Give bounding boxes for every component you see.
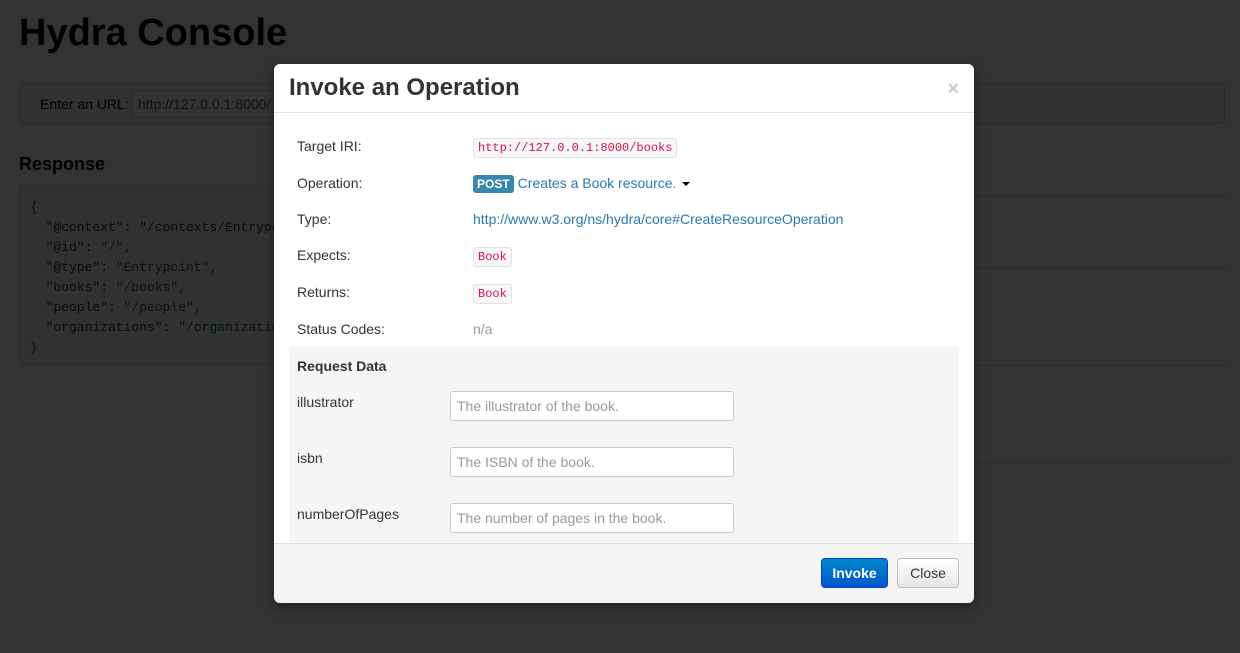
json-key: } <box>30 340 38 355</box>
json-value: "/people", <box>123 300 202 315</box>
invoke-button[interactable]: Invoke <box>821 558 888 588</box>
number-of-pages-input[interactable] <box>450 503 734 533</box>
field-label: illustrator <box>297 394 354 410</box>
json-key: "organizations": <box>30 320 179 335</box>
json-value: "/books", <box>115 280 187 295</box>
json-key: "books": <box>30 280 116 295</box>
json-value: "/", <box>100 240 132 255</box>
target-iri-row: Target IRI: http://127.0.0.1:8000/books <box>297 138 678 158</box>
field-label: numberOfPages <box>297 506 399 522</box>
label: Type: <box>297 211 332 227</box>
operation-label: Creates a Book resource. <box>517 175 677 191</box>
divider <box>974 195 1226 196</box>
label: Target IRI: <box>297 138 362 154</box>
divider <box>974 268 1226 269</box>
expects-row: Expects: Book <box>297 247 512 267</box>
field-label: isbn <box>297 450 323 466</box>
json-key: "@type": <box>30 260 116 275</box>
response-heading: Response <box>19 154 106 174</box>
modal-header: Invoke an Operation × <box>274 64 974 113</box>
modal-title: Invoke an Operation <box>289 74 520 101</box>
target-iri: http://127.0.0.1:8000/books <box>473 138 678 158</box>
method-badge: POST <box>473 175 514 193</box>
illustrator-input[interactable] <box>450 391 734 421</box>
json-key: { <box>30 200 38 215</box>
label: Status Codes: <box>297 321 385 337</box>
json-key: "@id": <box>30 240 101 255</box>
json-key: "@context": <box>30 220 140 235</box>
close-icon[interactable]: × <box>947 78 959 101</box>
status-row: Status Codes: n/a <box>297 321 492 337</box>
type-row: Type: http://www.w3.org/ns/hydra/core#Cre… <box>297 211 843 227</box>
isbn-input[interactable] <box>450 447 734 477</box>
label: Operation: <box>297 175 363 191</box>
type-link[interactable]: http://www.w3.org/ns/hydra/core#CreateRe… <box>473 211 843 227</box>
divider <box>974 365 1226 366</box>
request-data-section: Request Data illustrator isbn numberOfPa… <box>289 347 959 543</box>
operation-row: Operation: POST Creates a Book resource. <box>297 175 691 193</box>
divider <box>974 462 1226 463</box>
caret-down-icon <box>682 182 691 187</box>
page-title: Hydra Console <box>19 12 288 54</box>
modal-footer: Invoke Close <box>274 543 974 603</box>
close-button[interactable]: Close <box>897 558 959 588</box>
returns-value: Book <box>473 284 512 304</box>
json-key: "people": <box>30 300 124 315</box>
expects-value: Book <box>473 247 512 267</box>
returns-row: Returns: Book <box>297 284 512 304</box>
label: Expects: <box>297 247 351 263</box>
url-label: Enter an URL: <box>40 96 129 112</box>
invoke-operation-modal: Invoke an Operation × Target IRI: http://… <box>274 64 974 603</box>
request-data-heading: Request Data <box>297 358 387 374</box>
label: Returns: <box>297 284 350 300</box>
operation-dropdown[interactable]: Creates a Book resource. <box>518 175 691 191</box>
json-value: "Entrypoint", <box>115 260 218 275</box>
status-value: n/a <box>473 321 493 337</box>
